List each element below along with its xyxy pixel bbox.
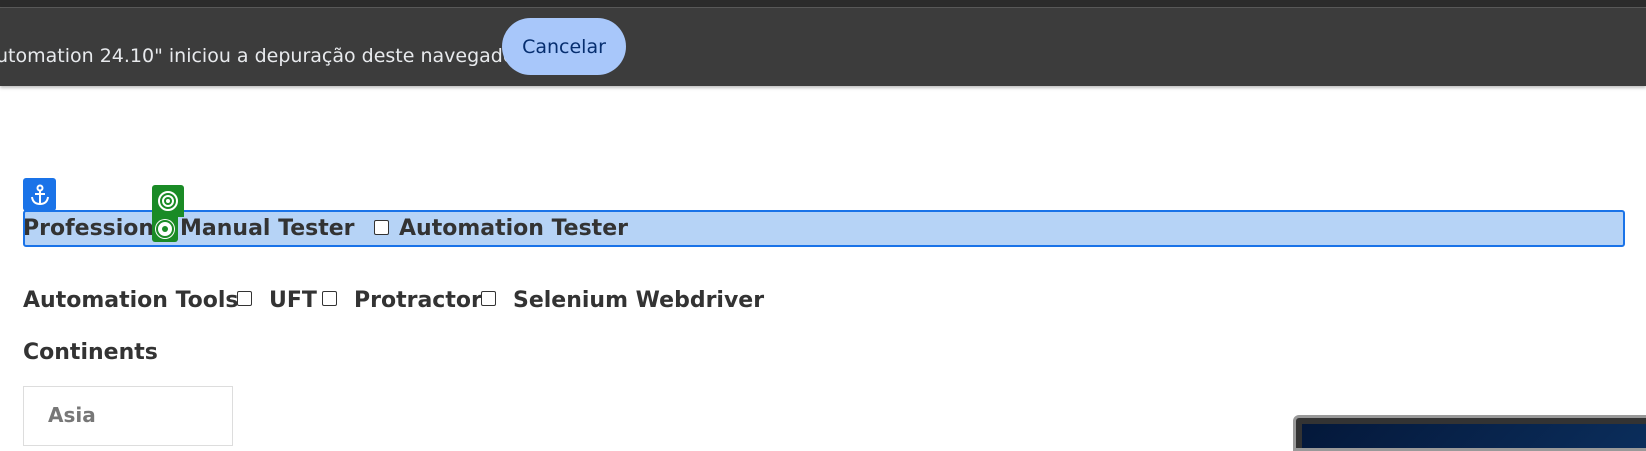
uft-checkbox[interactable] bbox=[237, 291, 252, 306]
image-preview bbox=[1293, 415, 1646, 451]
cancel-button[interactable]: Cancelar bbox=[502, 18, 626, 75]
manual-tester-radio[interactable] bbox=[152, 215, 178, 242]
infobar-message: utomation 24.10" iniciou a depuração des… bbox=[0, 45, 527, 67]
continents-label: Continents bbox=[23, 340, 158, 365]
uft-label: UFT bbox=[269, 288, 317, 313]
radio-selected-icon bbox=[156, 219, 174, 238]
protractor-label: Protractor bbox=[354, 288, 482, 313]
continents-listbox[interactable]: Asia bbox=[23, 386, 233, 446]
selenium-checkbox[interactable] bbox=[481, 291, 496, 306]
automation-tester-checkbox[interactable] bbox=[374, 220, 389, 235]
manual-tester-label: Manual Tester bbox=[180, 216, 355, 241]
debug-infobar: utomation 24.10" iniciou a depuração des… bbox=[0, 8, 1646, 86]
continent-option-asia[interactable]: Asia bbox=[48, 403, 96, 427]
selenium-label: Selenium Webdriver bbox=[513, 288, 765, 313]
automation-tools-label: Automation Tools bbox=[23, 288, 239, 313]
protractor-checkbox[interactable] bbox=[322, 291, 337, 306]
image-preview-content bbox=[1302, 424, 1646, 448]
anchor-icon bbox=[23, 178, 56, 211]
profession-label: Profession bbox=[23, 216, 155, 241]
browser-top-strip bbox=[0, 0, 1646, 8]
automation-tester-label: Automation Tester bbox=[399, 216, 628, 241]
target-icon bbox=[152, 185, 184, 217]
